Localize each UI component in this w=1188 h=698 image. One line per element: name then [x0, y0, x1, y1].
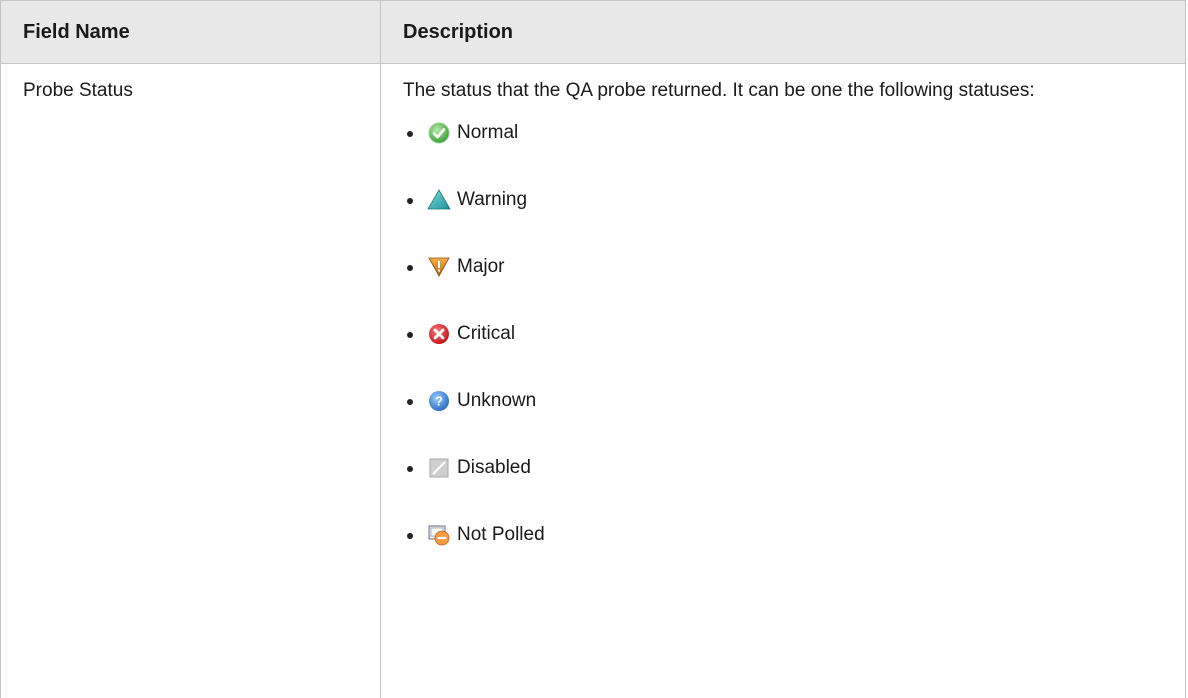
status-item-unknown: ? Unknown [403, 386, 1163, 416]
major-status-icon [427, 255, 451, 279]
status-label-warning: Warning [457, 187, 527, 213]
disabled-status-icon [427, 456, 451, 480]
unknown-status-icon: ? [427, 389, 451, 413]
field-description-table: Field Name Description Probe Status The … [0, 0, 1186, 698]
description-text: The status that the QA probe returned. I… [403, 78, 1163, 104]
table-row: Probe Status The status that the QA prob… [1, 64, 1186, 698]
status-item-warning: Warning [403, 185, 1163, 215]
normal-status-icon [427, 121, 451, 145]
description-cell: The status that the QA probe returned. I… [381, 64, 1186, 698]
status-item-not-polled: Not Polled [403, 520, 1163, 550]
status-label-normal: Normal [457, 120, 518, 146]
status-list: Normal [403, 118, 1163, 550]
status-item-disabled: Disabled [403, 453, 1163, 483]
status-label-unknown: Unknown [457, 388, 536, 414]
field-name-cell: Probe Status [1, 64, 381, 698]
status-label-not-polled: Not Polled [457, 522, 545, 548]
description-header: Description [381, 1, 1186, 64]
critical-status-icon [427, 322, 451, 346]
status-item-major: Major [403, 252, 1163, 282]
not-polled-status-icon [427, 523, 451, 547]
field-name-header: Field Name [1, 1, 381, 64]
status-label-major: Major [457, 254, 505, 280]
status-item-critical: Critical [403, 319, 1163, 349]
svg-text:?: ? [435, 394, 443, 409]
status-item-normal: Normal [403, 118, 1163, 148]
warning-status-icon [427, 188, 451, 212]
status-label-critical: Critical [457, 321, 515, 347]
table-header-row: Field Name Description [1, 1, 1186, 64]
status-label-disabled: Disabled [457, 455, 531, 481]
